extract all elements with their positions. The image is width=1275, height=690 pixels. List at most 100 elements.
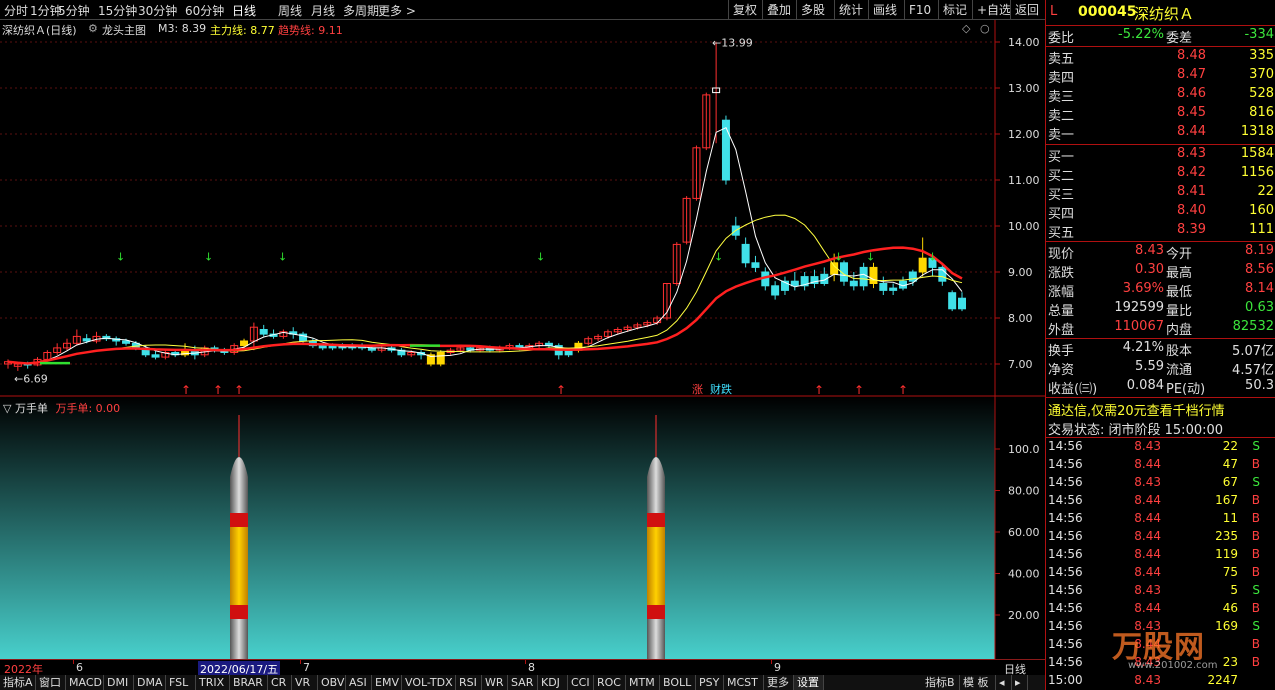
period-tab-10[interactable]: 更多 >	[378, 2, 416, 19]
indicator-tab-4[interactable]: DMA	[134, 675, 166, 690]
volume-order-chart[interactable]: 100.0 80.00 60.00 40.00 20.00	[0, 397, 1045, 659]
toolbar-btn-2[interactable]: 多股	[796, 0, 829, 20]
indicator-tab-6[interactable]: TRIX	[196, 675, 230, 690]
kline-svg[interactable]: 14.00 13.00 12.00 11.00 10.00 9.00 8.00 7.00 ↑ ↑ ↑…	[0, 20, 1045, 397]
indicator-tab-3[interactable]: DMI	[104, 675, 134, 690]
toolbar-btn-8[interactable]: 返回	[1010, 0, 1043, 20]
weibi-label: 委比	[1048, 31, 1075, 46]
indicator-tab-1[interactable]: 窗口	[36, 675, 66, 690]
quote-panel: L 000045 深纺织Ａ 委比 -5.22% 委差 -334 卖五 8.48 335 卖四 8.47…	[1045, 0, 1275, 690]
sep	[1046, 437, 1275, 438]
sep	[1046, 338, 1275, 339]
tick-side: B	[1251, 529, 1260, 543]
tick-volume: 2247	[1207, 673, 1238, 687]
indicator-tab-0[interactable]: 指标A	[0, 675, 36, 690]
candle-body	[771, 285, 780, 296]
toolbar-btn-4[interactable]: 画线	[868, 0, 901, 20]
tick-price: 8.44	[1134, 547, 1161, 561]
template-tab[interactable]: 模 板	[960, 675, 996, 690]
sell-arrow-icon: ↓	[204, 251, 213, 264]
period-tab-2[interactable]: 5分钟	[58, 2, 90, 19]
low-price-label: ←6.69	[14, 372, 48, 385]
indicator-tab-7[interactable]: BRAR	[230, 675, 268, 690]
sub-svg[interactable]: 100.0 80.00 60.00 40.00 20.00	[0, 397, 1045, 659]
tick-side: B	[1251, 493, 1260, 507]
buy-price: 8.39	[1177, 222, 1206, 237]
sep	[1046, 241, 1275, 242]
tick-volume: 11	[1222, 511, 1238, 525]
indicator-tab-23[interactable]: MCST	[724, 675, 764, 690]
toolbar-btn-3[interactable]: 统计	[834, 0, 867, 20]
indicator-tab-17[interactable]: KDJ	[538, 675, 568, 690]
indicator-tab-18[interactable]: CCI	[568, 675, 594, 690]
indicator-b-tab[interactable]: 指标B	[922, 675, 960, 690]
date-label-1: 6	[76, 661, 83, 674]
toolbar-btn-0[interactable]: 复权	[728, 0, 761, 20]
toolbar-btn-5[interactable]: F10	[904, 0, 935, 20]
period-tab-9[interactable]: 多周期	[343, 2, 379, 19]
date-label-4: 8	[528, 661, 535, 674]
sell-arrow-icon: ↓	[536, 251, 545, 264]
tick-time: 14:56	[1048, 493, 1083, 507]
indicator-tab-24[interactable]: 更多	[764, 675, 794, 690]
promo-link[interactable]: 通达信,仅需20元查看千档行情	[1048, 400, 1225, 419]
price-tick-label: 8.00	[1008, 312, 1033, 325]
candle-body	[859, 266, 868, 287]
indicator-tab-11[interactable]: ASI	[346, 675, 372, 690]
period-tab-6[interactable]: 日线	[232, 2, 256, 19]
sub-tick-label: 20.00	[1008, 609, 1040, 622]
stat-value: 8.43	[1135, 243, 1164, 258]
buy-arrow-icon: ↑	[556, 383, 566, 397]
toolbar-btn-6[interactable]: 标记	[938, 0, 971, 20]
period-tab-1[interactable]: 1分钟	[30, 2, 62, 19]
tick-row: 14:56 8.43 22 S	[1046, 439, 1275, 457]
indicator-tab-19[interactable]: ROC	[594, 675, 626, 690]
kline-chart[interactable]: 14.00 13.00 12.00 11.00 10.00 9.00 8.00 7.00 ↑ ↑ ↑…	[0, 20, 1045, 397]
indicator-name[interactable]: 龙头主图	[102, 22, 146, 38]
period-tab-4[interactable]: 30分钟	[138, 2, 177, 19]
buy-price: 8.43	[1177, 146, 1206, 161]
toolbar-btn-7[interactable]: +自选	[972, 0, 1015, 20]
period-tab-3[interactable]: 15分钟	[98, 2, 137, 19]
indicator-tab-22[interactable]: PSY	[696, 675, 724, 690]
toolbar-btn-1[interactable]: 叠加	[762, 0, 795, 20]
tick-volume: 167	[1215, 493, 1238, 507]
tab-scroll-left-icon[interactable]: ◂	[996, 675, 1012, 690]
indicator-tab-14[interactable]: RSI	[456, 675, 482, 690]
candle-body	[790, 280, 799, 287]
weibi-value: -5.22%	[1118, 27, 1164, 42]
tab-scroll-right-icon[interactable]: ▸	[1012, 675, 1028, 690]
sell-volume: 528	[1249, 86, 1274, 101]
indicator-tab-15[interactable]: WR	[482, 675, 508, 690]
sub-indicator-label[interactable]: ▽ 万手单 万手单: 0.00	[3, 400, 120, 416]
tick-time: 14:56	[1048, 439, 1083, 453]
indicator-tab-8[interactable]: CR	[268, 675, 292, 690]
stat2-value2: 4.57亿	[1232, 363, 1274, 378]
indicator-tab-25[interactable]: 设置	[794, 675, 824, 690]
rocket-top	[647, 477, 665, 513]
period-tab-0[interactable]: 分时	[4, 2, 28, 19]
indicator-tab-9[interactable]: VR	[292, 675, 318, 690]
stock-period-label: 深纺织Ａ(日线)	[2, 24, 77, 37]
indicator-tab-21[interactable]: BOLL	[660, 675, 696, 690]
buy-row-3: 买三 8.41 22	[1046, 184, 1275, 203]
period-tab-5[interactable]: 60分钟	[185, 2, 224, 19]
indicator-tab-20[interactable]: MTM	[626, 675, 660, 690]
indicator-tab-2[interactable]: MACD	[66, 675, 104, 690]
sub-indicator-value: 万手单: 0.00	[55, 402, 121, 415]
candle-body	[869, 266, 878, 284]
indicator-tab-13[interactable]: VOL-TDX	[402, 675, 456, 690]
settings-icon[interactable]: ⚙	[88, 22, 98, 35]
circle-icon[interactable]: ○	[980, 22, 990, 35]
indicator-tab-10[interactable]: OBV	[318, 675, 346, 690]
stat2-value: 5.59	[1135, 359, 1164, 374]
collapse-icon[interactable]: ▽	[3, 402, 15, 415]
rocket-band	[230, 513, 248, 527]
tick-time: 14:56	[1048, 655, 1083, 669]
period-tab-7[interactable]: 周线	[278, 2, 302, 19]
indicator-tab-5[interactable]: FSL	[166, 675, 196, 690]
indicator-tab-16[interactable]: SAR	[508, 675, 538, 690]
indicator-tab-12[interactable]: EMV	[372, 675, 402, 690]
period-tab-8[interactable]: 月线	[311, 2, 335, 19]
diamond-icon[interactable]: ◇	[962, 22, 970, 35]
